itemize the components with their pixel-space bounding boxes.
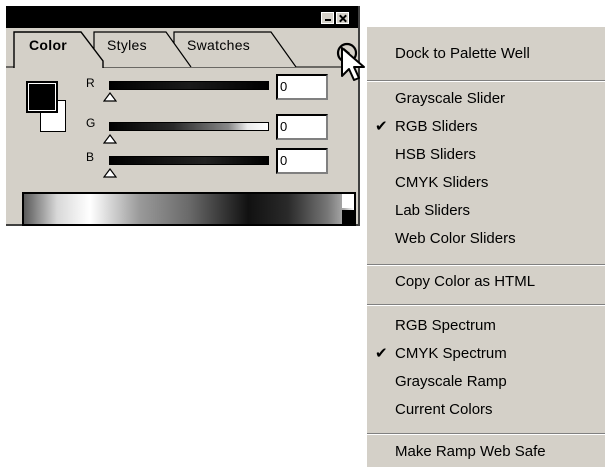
menu-separator [367, 264, 605, 266]
menu-item-grayscale-ramp[interactable]: Grayscale Ramp [367, 369, 605, 395]
menu-item-lab-sliders[interactable]: Lab Sliders [367, 198, 605, 224]
menu-item-label: Current Colors [395, 401, 493, 418]
menu-item-label: RGB Spectrum [395, 317, 496, 334]
slider-track-r[interactable] [109, 81, 269, 90]
menu-item-web-color-sliders[interactable]: Web Color Sliders [367, 226, 605, 252]
menu-item-label: Grayscale Ramp [395, 373, 507, 390]
mouse-pointer-icon [341, 47, 365, 81]
foreground-color-swatch[interactable] [26, 81, 58, 113]
palette-tab-strip: Color Styles Swatches [6, 28, 358, 68]
menu-item-grayscale-slider[interactable]: Grayscale Slider [367, 86, 605, 112]
menu-separator [367, 304, 605, 306]
value-field-g[interactable]: 0 [276, 114, 328, 140]
menu-item-label: Grayscale Slider [395, 90, 506, 107]
menu-item-copy-color-as-html[interactable]: Copy Color as HTML [367, 269, 605, 295]
tab-color[interactable]: Color [29, 36, 67, 54]
menu-item-rgb-spectrum[interactable]: RGB Spectrum [367, 313, 605, 339]
menu-item-current-colors[interactable]: Current Colors [367, 397, 605, 423]
palette-titlebar[interactable] [6, 6, 358, 28]
menu-item-label: CMYK Sliders [395, 174, 489, 191]
palette-flyout-menu: Dock to Palette Well Grayscale Slider ✔ … [366, 26, 605, 467]
menu-item-label: Make Ramp Web Safe [395, 443, 546, 460]
channel-label-b: B [86, 150, 95, 164]
channel-label-r: R [86, 76, 95, 90]
slider-thumb-g-icon[interactable] [103, 134, 117, 144]
menu-item-label: Lab Sliders [395, 202, 471, 219]
menu-item-label: RGB Sliders [395, 118, 478, 135]
ramp-black-swatch[interactable] [342, 210, 354, 224]
tab-styles[interactable]: Styles [107, 36, 147, 54]
slider-track-b[interactable] [109, 156, 269, 165]
menu-item-rgb-sliders[interactable]: ✔ RGB Sliders [367, 114, 605, 140]
value-field-b[interactable]: 0 [276, 148, 328, 174]
ramp-white-swatch[interactable] [342, 194, 354, 208]
checkmark-icon: ✔ [375, 118, 388, 135]
value-field-r[interactable]: 0 [276, 74, 328, 100]
menu-item-cmyk-spectrum[interactable]: ✔ CMYK Spectrum [367, 341, 605, 367]
menu-separator [367, 80, 605, 82]
slider-thumb-b-icon[interactable] [103, 168, 117, 178]
menu-item-label: Web Color Sliders [395, 230, 516, 247]
menu-item-hsb-sliders[interactable]: HSB Sliders [367, 142, 605, 168]
menu-separator [367, 433, 605, 435]
slider-thumb-r-icon[interactable] [103, 92, 117, 102]
menu-item-label: Copy Color as HTML [395, 273, 536, 290]
slider-track-g[interactable] [109, 122, 269, 131]
menu-item-label: Dock to Palette Well [395, 45, 530, 62]
menu-item-cmyk-sliders[interactable]: CMYK Sliders [367, 170, 605, 196]
menu-item-label: HSB Sliders [395, 146, 476, 163]
menu-item-make-ramp-web-safe[interactable]: Make Ramp Web Safe [367, 439, 605, 465]
channel-label-g: G [86, 116, 96, 130]
tab-swatches[interactable]: Swatches [187, 36, 250, 54]
menu-item-label: CMYK Spectrum [395, 345, 507, 362]
close-icon[interactable] [336, 12, 349, 24]
menu-item-dock-to-palette-well[interactable]: Dock to Palette Well [367, 41, 605, 67]
minimize-icon[interactable] [321, 12, 334, 24]
color-palette: Color Styles Swatches R 0 G 0 B 0 [6, 6, 365, 226]
color-ramp[interactable] [22, 192, 356, 226]
checkmark-icon: ✔ [375, 345, 388, 362]
